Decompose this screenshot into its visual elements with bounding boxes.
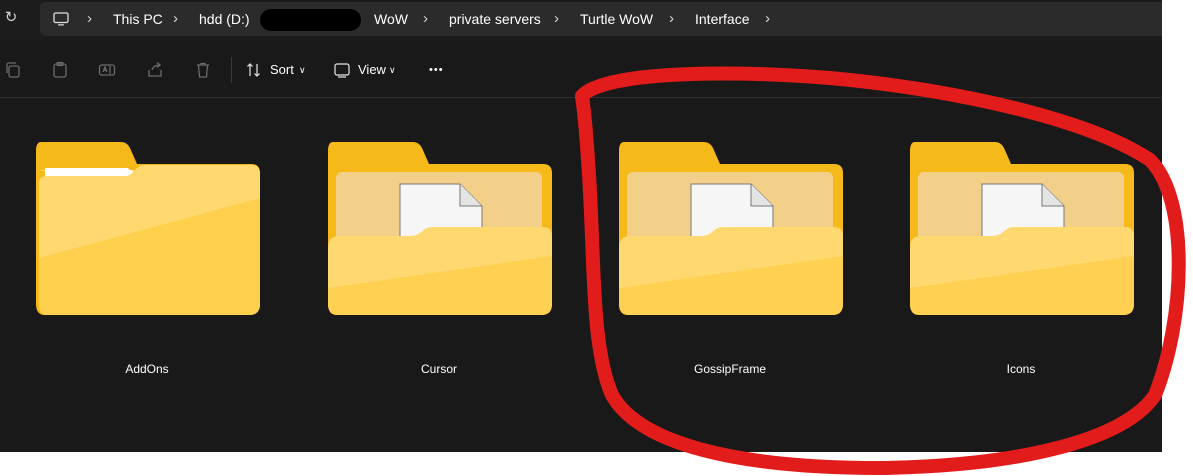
folder-tile[interactable]: GossipFrame [616,138,844,388]
chevron-down-icon: ∨ [299,65,306,75]
breadcrumb-turtle-wow[interactable]: Turtle WoW [580,2,653,36]
file-explorer-window: ↻ › This PC › hdd (D:) WoW › private ser… [0,0,1162,452]
breadcrumb-this-pc[interactable]: This PC [113,2,163,36]
breadcrumb-hdd[interactable]: hdd (D:) [199,2,250,36]
breadcrumb-separator: › [423,10,428,27]
folder-tile[interactable]: AddOns [33,138,261,388]
redaction-mark [260,9,361,31]
computer-icon [53,12,69,26]
folder-tile[interactable]: Icons [907,138,1135,388]
rename-icon[interactable] [98,61,116,79]
folder-icon [328,142,552,315]
view-label: View [358,62,386,77]
folder-name: Cursor [420,362,457,376]
breadcrumb-separator[interactable]: › [765,2,770,36]
sort-icon [247,63,260,77]
address-bar-row: ↻ › This PC › hdd (D:) WoW › private ser… [0,0,1162,40]
breadcrumb-separator: › [173,10,178,27]
sort-label: Sort [270,62,294,77]
breadcrumb-separator: › [554,10,559,27]
folder-icon [36,142,260,315]
view-icon [334,63,350,78]
more-options-button[interactable]: ••• [429,59,444,81]
folder-tile[interactable]: Cursor [325,138,553,388]
folder-icon [910,142,1134,315]
share-icon[interactable] [146,61,164,79]
breadcrumb-interface[interactable]: Interface [695,2,749,36]
folder-name: Icons [1006,362,1036,376]
refresh-icon[interactable]: ↻ [2,9,20,27]
breadcrumb-separator: › [669,10,674,27]
breadcrumb-wow[interactable]: WoW [374,2,408,36]
chevron-down-icon: ∨ [389,65,396,75]
breadcrumb-private-servers[interactable]: private servers [449,2,541,36]
copy-icon[interactable] [4,61,22,79]
folder-icon [619,142,843,315]
toolbar-divider [231,57,232,83]
command-bar: Sort ∨ View ∨ ••• [0,40,1162,98]
address-bar[interactable]: › This PC › hdd (D:) WoW › private serve… [40,2,1162,36]
paste-icon[interactable] [51,61,69,79]
breadcrumb-separator: › [87,10,92,27]
delete-icon[interactable] [194,61,212,79]
folder-name: GossipFrame [693,362,767,376]
folder-name: AddOns [125,362,169,376]
